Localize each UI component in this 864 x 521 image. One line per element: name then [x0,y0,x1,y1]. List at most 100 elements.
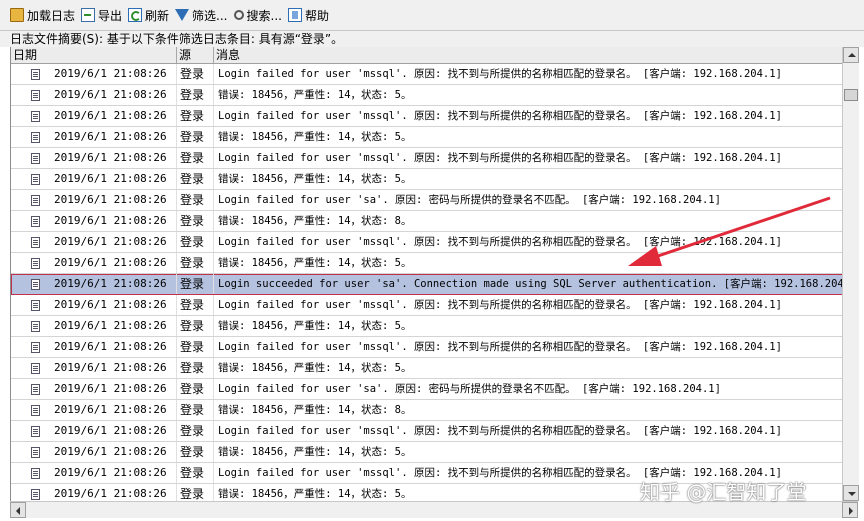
export-button[interactable]: 导出 [81,4,126,26]
cell-source: 登录 [177,85,214,105]
cell-message: 错误: 18456，严重性: 14，状态: 8。 [214,400,843,420]
table-row[interactable]: 2019/6/1 21:08:26 登录 Login failed for user… [11,148,843,169]
cell-source: 登录 [177,484,214,501]
log-entry-icon [29,274,43,294]
cell-message: 错误: 18456，严重性: 14，状态: 5。 [214,169,843,189]
cell-message: Login failed for user 'mssql'. 原因: 找不到与所… [214,295,843,315]
table-row-selected[interactable]: 2019/6/1 21:08:26 登录 Login succeeded for u… [11,274,843,295]
search-icon [233,10,244,20]
cell-message: Login failed for user 'mssql'. 原因: 找不到与所… [214,232,843,252]
cell-message: Login failed for user 'sa'. 原因: 密码与所提供的登… [214,379,843,399]
log-entry-icon [29,232,43,252]
help-button[interactable]: 帮助 [287,4,333,26]
table-row[interactable]: 2019/6/1 21:08:26 登录 错误: 18456，严重性: 14，状态:… [11,400,843,421]
load-log-button[interactable]: 加载日志 [10,4,79,26]
cell-source: 登录 [177,211,214,231]
cell-source: 登录 [177,253,214,273]
column-header-date[interactable]: 日期 [11,47,177,63]
cell-message: 错误: 18456，严重性: 14，状态: 5。 [214,127,843,147]
scroll-left-icon[interactable] [10,502,26,518]
cell-source: 登录 [177,169,214,189]
table-row[interactable]: 2019/6/1 21:08:26 登录 Login failed for user… [11,106,843,127]
log-entry-icon [29,106,43,126]
log-entry-icon [29,64,43,84]
export-icon [81,8,96,22]
cell-source: 登录 [177,337,214,357]
log-entry-icon [29,295,43,315]
cell-source: 登录 [177,295,214,315]
vertical-scroll-thumb[interactable] [844,89,858,101]
cell-message: 错误: 18456，严重性: 14，状态: 8。 [214,211,843,231]
cell-source: 登录 [177,106,214,126]
table-row[interactable]: 2019/6/1 21:08:26 登录 错误: 18456，严重性: 14，状态:… [11,358,843,379]
table-row[interactable]: 2019/6/1 21:08:26 登录 Login failed for user… [11,64,843,85]
cell-message: Login failed for user 'mssql'. 原因: 找不到与所… [214,421,843,441]
export-label: 导出 [98,8,123,23]
log-entry-icon [29,127,43,147]
scroll-down-icon[interactable] [843,485,859,501]
log-entry-icon [29,337,43,357]
cell-date: 2019/6/1 21:08:26 [47,190,177,210]
log-entry-icon [29,421,43,441]
scroll-up-icon[interactable] [843,47,859,63]
table-row[interactable]: 2019/6/1 21:08:26 登录 Login failed for user… [11,232,843,253]
cell-date: 2019/6/1 21:08:26 [47,211,177,231]
filter-button[interactable]: 筛选... [175,4,231,26]
load-log-label: 加载日志 [27,8,76,23]
log-entry-icon [29,316,43,336]
cell-date: 2019/6/1 21:08:26 [47,463,177,483]
cell-message: 错误: 18456，严重性: 14，状态: 5。 [214,253,843,273]
log-entry-icon [29,442,43,462]
refresh-label: 刷新 [145,8,170,23]
cell-message: 错误: 18456，严重性: 14，状态: 5。 [214,85,843,105]
column-header-message[interactable]: 消息 [214,47,843,63]
cell-date: 2019/6/1 21:08:26 [47,295,177,315]
cell-message: Login failed for user 'mssql'. 原因: 找不到与所… [214,64,843,84]
cell-source: 登录 [177,400,214,420]
cell-date: 2019/6/1 21:08:26 [47,64,177,84]
log-entry-icon [29,379,43,399]
cell-date: 2019/6/1 21:08:26 [47,232,177,252]
vertical-scrollbar[interactable] [842,47,859,501]
cell-date: 2019/6/1 21:08:26 [47,106,177,126]
column-header-source[interactable]: 源 [177,47,214,63]
refresh-button[interactable]: 刷新 [128,4,173,26]
cell-date: 2019/6/1 21:08:26 [47,127,177,147]
folder-icon [10,8,24,22]
cell-message: 错误: 18456，严重性: 14，状态: 5。 [214,358,843,378]
log-entry-icon [29,169,43,189]
table-row[interactable]: 2019/6/1 21:08:26 登录 错误: 18456，严重性: 14，状态:… [11,127,843,148]
log-entry-icon [29,484,43,501]
scroll-right-icon[interactable] [842,502,858,518]
log-entry-icon [29,253,43,273]
table-row[interactable]: 2019/6/1 21:08:26 登录 错误: 18456，严重性: 14，状态:… [11,316,843,337]
cell-date: 2019/6/1 21:08:26 [47,85,177,105]
table-row[interactable]: 2019/6/1 21:08:26 登录 错误: 18456，严重性: 14，状态:… [11,211,843,232]
cell-source: 登录 [177,190,214,210]
cell-source: 登录 [177,316,214,336]
cell-date: 2019/6/1 21:08:26 [47,316,177,336]
cell-source: 登录 [177,232,214,252]
log-entry-icon [29,358,43,378]
cell-date: 2019/6/1 21:08:26 [47,421,177,441]
table-row[interactable]: 2019/6/1 21:08:26 登录 Login failed for user… [11,379,843,400]
table-row[interactable]: 2019/6/1 21:08:26 登录 Login failed for user… [11,337,843,358]
log-rows: 2019/6/1 21:08:26 登录 Login failed for user… [11,64,843,501]
cell-message: Login failed for user 'mssql'. 原因: 找不到与所… [214,106,843,126]
cell-date: 2019/6/1 21:08:26 [47,358,177,378]
table-row[interactable]: 2019/6/1 21:08:26 登录 错误: 18456，严重性: 14，状态:… [11,169,843,190]
search-button[interactable]: 搜索... [233,4,286,26]
cell-date: 2019/6/1 21:08:26 [47,400,177,420]
table-header: 日期 源 消息 [11,47,843,64]
cell-date: 2019/6/1 21:08:26 [47,274,177,294]
table-row[interactable]: 2019/6/1 21:08:26 登录 错误: 18456，严重性: 14，状态:… [11,253,843,274]
help-icon [287,8,302,22]
cell-message: 错误: 18456，严重性: 14，状态: 5。 [214,316,843,336]
filter-icon [175,9,190,21]
table-row[interactable]: 2019/6/1 21:08:26 登录 错误: 18456，严重性: 14，状态:… [11,85,843,106]
toolbar: 加载日志 导出 刷新 筛选... 搜索... 帮助 [0,0,864,30]
table-row[interactable]: 2019/6/1 21:08:26 登录 Login failed for user… [11,421,843,442]
table-row[interactable]: 2019/6/1 21:08:26 登录 Login failed for user… [11,190,843,211]
table-row[interactable]: 2019/6/1 21:08:26 登录 Login failed for user… [11,295,843,316]
table-row[interactable]: 2019/6/1 21:08:26 登录 错误: 18456，严重性: 14，状态:… [11,442,843,463]
